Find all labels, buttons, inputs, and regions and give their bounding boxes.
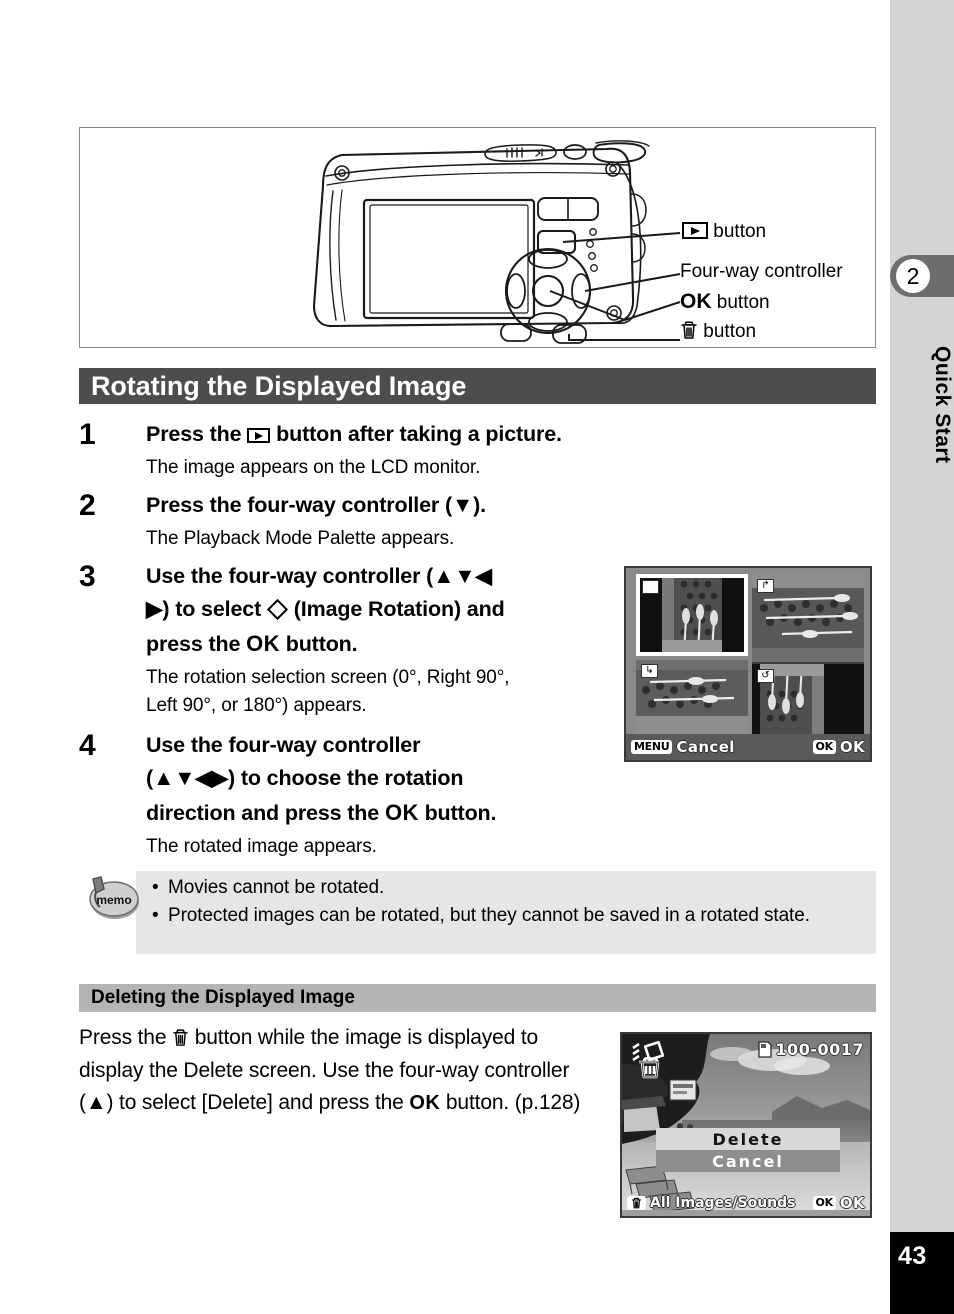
delete-screen-bottom-bar: All Images/Sounds OK OK: [622, 1190, 870, 1216]
step-description: The Playback Mode Palette appears.: [146, 528, 455, 550]
step-title-line2: ▶) to select (Image Rotation) and: [146, 593, 606, 626]
step-number: 3: [79, 560, 96, 593]
memo-bullet-text: Protected images can be rotated, but the…: [168, 905, 810, 927]
rotation-thumbnail-right90[interactable]: ↱: [752, 574, 864, 678]
subsection-heading: Deleting the Displayed Image: [79, 984, 876, 1012]
step-title: Press the four-way controller (▼).: [146, 493, 486, 517]
callout-playback-button: button: [682, 222, 766, 241]
ok-badge: OK: [812, 740, 836, 754]
delete-ok-action[interactable]: OK OK: [812, 1194, 865, 1212]
step-title-line3-post: button.: [285, 631, 358, 656]
page-number: 43: [898, 1242, 927, 1270]
step-description-line2: Left 90°, or 180°) appears.: [146, 695, 367, 717]
step-title-line3-post: button.: [424, 800, 497, 825]
memory-card-icon: [758, 1041, 773, 1058]
step-title-line3: press the OK button.: [146, 627, 606, 661]
delete-instructions: Press the button while the image is disp…: [79, 1022, 604, 1120]
ok-icon: OK: [409, 1092, 441, 1115]
step-description: The rotated image appears.: [146, 835, 377, 857]
memo-bullet-1: • Movies cannot be rotated.: [152, 874, 866, 902]
chapter-title: Quick Start: [931, 346, 954, 464]
step-title-line2-pre: ▶) to select: [146, 597, 262, 622]
all-images-sounds-action[interactable]: All Images/Sounds: [627, 1195, 796, 1211]
playback-icon: [247, 428, 271, 443]
ok-badge: OK: [812, 1196, 836, 1210]
delete-mode-icon: [632, 1040, 665, 1079]
delete-confirmation-screen[interactable]: 100-0017 Delete Cancel All Images/Sounds…: [620, 1032, 872, 1218]
file-number-display: 100-0017: [758, 1040, 864, 1059]
rotation-icon-left90: ↳: [641, 664, 658, 678]
all-images-sounds-label: All Images/Sounds: [650, 1195, 796, 1211]
ok-label: OK: [839, 738, 865, 756]
memo-text: • Movies cannot be rotated. • Protected …: [152, 874, 866, 930]
svg-text:memo: memo: [96, 893, 131, 907]
step-title-line3-pre: direction and press the: [146, 800, 380, 825]
rotation-thumbnail-left90[interactable]: ↳: [636, 660, 748, 738]
step-title: Use the four-way controller (▲▼◀ ▶) to s…: [146, 560, 606, 661]
rotation-icon-180: ↺: [757, 669, 774, 683]
menu-item-delete[interactable]: Delete: [656, 1128, 840, 1150]
callout-delete-button: button: [680, 320, 756, 341]
bullet-marker: •: [152, 905, 159, 927]
callout-label-text: Four-way controller: [680, 261, 843, 282]
callout-ok-button: OK button: [680, 291, 770, 312]
rotation-cancel-action[interactable]: MENU Cancel: [631, 738, 735, 756]
file-number-text: 100-0017: [775, 1040, 864, 1059]
menu-badge: MENU: [631, 740, 673, 754]
rotation-icon-right90: ↱: [757, 579, 774, 593]
callout-label-text: button: [703, 321, 757, 342]
bullet-marker: •: [152, 877, 159, 898]
callout-label-text: button: [713, 221, 767, 242]
trash-icon: [627, 1196, 646, 1210]
memo-icon: memo: [89, 876, 139, 919]
rotation-thumbnail-180[interactable]: ↺: [752, 664, 864, 738]
trash-icon: [173, 1029, 188, 1046]
menu-item-cancel[interactable]: Cancel: [656, 1150, 840, 1172]
step-description: The image appears on the LCD monitor.: [146, 457, 481, 479]
step-title: Press the button after taking a picture.: [146, 418, 562, 451]
rotation-ok-action[interactable]: OK OK: [812, 738, 865, 756]
step-title-line1: Use the four-way controller: [146, 733, 421, 757]
rotation-icon-0deg: [642, 580, 659, 594]
delete-menu[interactable]: Delete Cancel: [656, 1128, 840, 1172]
memo-bullet-text: Movies cannot be rotated.: [168, 877, 385, 898]
ok-icon: OK: [246, 630, 280, 656]
callout-label-text: button: [716, 292, 770, 313]
cancel-label: Cancel: [676, 738, 735, 756]
step-description-line1: The rotation selection screen (0°, Right…: [146, 666, 510, 688]
step-title-line3: direction and press the OK button.: [146, 796, 616, 830]
image-rotation-icon: [266, 599, 289, 621]
memo-bullet-2: • Protected images can be rotated, but t…: [152, 902, 866, 930]
rotation-selection-screen[interactable]: ↱ ↳ ↺ MENU Cancel OK OK: [624, 566, 872, 762]
paragraph-part-3: button. (p.128): [445, 1091, 581, 1115]
step-title-line2: (▲▼◀▶) to choose the rotation: [146, 766, 464, 791]
step-number: 1: [79, 418, 96, 451]
camera-illustration-frame: button Four-way controller OK button but…: [79, 127, 876, 348]
ok-icon: OK: [680, 290, 712, 313]
rotation-thumbnail-0deg[interactable]: [636, 574, 748, 656]
paragraph-part-1: Press the: [79, 1026, 167, 1049]
step-title-pre: Press the: [146, 422, 242, 446]
chapter-number-badge: 2: [896, 259, 930, 293]
step-title-post: button after taking a picture.: [276, 422, 562, 446]
step-number: 4: [79, 729, 96, 762]
rotation-screen-bottom-bar: MENU Cancel OK OK: [626, 734, 870, 760]
chapter-sidebar: [890, 0, 954, 1314]
step-title-line2-post: (Image Rotation) and: [293, 597, 505, 622]
trash-icon: [681, 321, 697, 339]
step-title: Use the four-way controller (▲▼◀▶) to ch…: [146, 729, 616, 830]
playback-icon: [682, 222, 708, 239]
callout-four-way-controller: Four-way controller: [680, 262, 843, 281]
section-heading: Rotating the Displayed Image: [79, 368, 876, 404]
step-title-line1: Use the four-way controller (▲▼◀: [146, 564, 492, 588]
ok-label: OK: [839, 1194, 865, 1212]
step-number: 2: [79, 489, 96, 522]
step-description: The rotation selection screen (0°, Right…: [146, 664, 606, 721]
ok-icon: OK: [384, 799, 419, 825]
step-title-line3-pre: press the: [146, 631, 241, 656]
